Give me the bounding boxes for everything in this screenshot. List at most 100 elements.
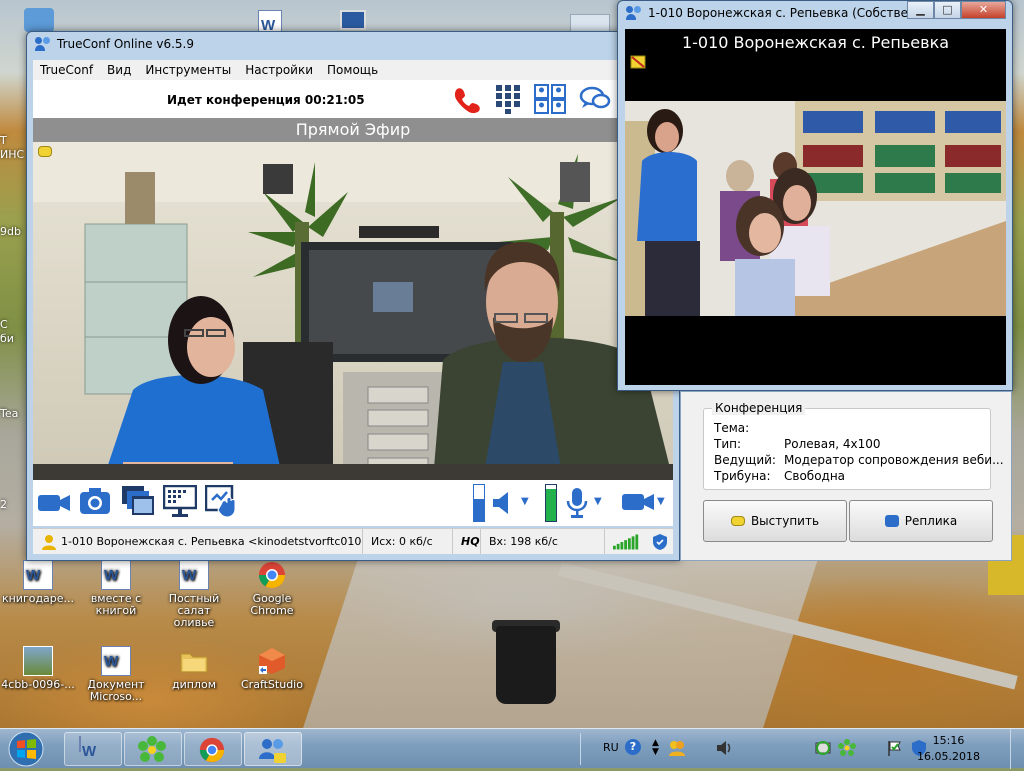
desktop-icon-word[interactable]: Документ Microso... <box>78 646 154 703</box>
taskbar-separator <box>580 733 581 765</box>
conference-status: Идет конференция 00:21:05 <box>167 93 365 107</box>
reply-button[interactable]: Реплика <box>849 500 993 542</box>
conference-row-podium: Трибуна: Свободна <box>714 469 845 483</box>
conference-group-title: Конференция <box>712 401 806 415</box>
desktop-icon-partial-2[interactable] <box>340 10 366 30</box>
clock[interactable]: 15:16 16.05.2018 <box>917 733 980 765</box>
remote-video-view[interactable]: 1-010 Воронежская с. Репьевка <box>625 29 1006 385</box>
signal-strength <box>605 529 649 554</box>
help-icon[interactable]: ? <box>625 739 641 755</box>
close-button[interactable]: ✕ <box>961 1 1006 19</box>
chat-button[interactable] <box>579 84 611 117</box>
desktop-icon-word[interactable]: книгодаре... <box>0 560 76 605</box>
chrome-icon <box>199 737 225 763</box>
desktop-icon-folder[interactable]: диплом <box>156 646 232 691</box>
action-center-flag-icon[interactable] <box>886 739 904 757</box>
photo-camera-icon <box>80 488 110 514</box>
desktop-icon-label: Google Chrome <box>250 592 294 617</box>
language-indicator[interactable]: RU <box>603 741 619 754</box>
dialpad-button[interactable] <box>495 84 521 117</box>
quality-badge: HQ <box>453 529 481 554</box>
participant-status: 1-010 Воронежская с. Репьевка <kinodetst… <box>33 529 363 554</box>
menu-item-help[interactable]: Помощь <box>320 63 385 77</box>
microphone-button[interactable] <box>565 487 589 522</box>
trueconf-icon <box>259 739 286 763</box>
speak-button[interactable]: Выступить <box>703 500 847 542</box>
chevron-down-icon[interactable]: ▼ <box>657 496 665 507</box>
raise-hand-indicator-icon <box>38 146 52 157</box>
camera-select-button[interactable] <box>621 490 655 517</box>
row-key: Тип: <box>714 437 742 451</box>
volume-icon[interactable] <box>716 740 734 756</box>
word-document-icon <box>101 560 131 590</box>
left-fragment-label: 2 <box>0 498 7 511</box>
video-camera-icon <box>38 495 70 511</box>
speaker-button[interactable] <box>491 490 517 519</box>
word-icon <box>79 736 81 752</box>
row-key: Трибуна: <box>714 469 771 483</box>
volume-level-meter <box>473 484 485 522</box>
word-document-icon <box>101 646 131 676</box>
remote-participant-window: 1-010 Воронежская с. Репьевка (Собственн… <box>617 0 1013 391</box>
tray-expand-icon[interactable]: ▲ ▼ <box>652 739 659 757</box>
desktop-icon-partial-word[interactable] <box>258 10 282 34</box>
menu-item-trueconf[interactable]: TrueConf <box>33 63 100 77</box>
start-button[interactable] <box>6 730 46 771</box>
camera-toggle-button[interactable] <box>37 489 71 518</box>
tray-messenger-icon[interactable] <box>668 739 686 757</box>
hangup-button[interactable] <box>451 83 483 118</box>
title-bar[interactable]: TrueConf Online v6.5.9 <box>27 32 679 56</box>
desktop-icon-image[interactable]: 4cbb-0096-... <box>0 646 76 691</box>
share-windows-icon <box>122 486 154 515</box>
dialpad-icon <box>496 85 520 114</box>
chat-bubbles-icon <box>579 86 611 109</box>
icq-tray-icon[interactable] <box>838 739 856 757</box>
trueconf-main-window: TrueConf Online v6.5.9 TrueConf Вид Инст… <box>26 31 680 561</box>
video-camera-icon <box>622 494 654 510</box>
monitor-icon <box>162 484 198 517</box>
status-bar: 1-010 Воронежская с. Репьевка <kinodetst… <box>33 528 673 554</box>
share-window-button[interactable] <box>121 485 155 520</box>
taskbar-word[interactable] <box>64 732 122 766</box>
menu-item-tools[interactable]: Инструменты <box>138 63 238 77</box>
incoming-rate: Вх: 198 кб/с <box>481 529 605 554</box>
chevron-down-icon[interactable]: ▼ <box>521 496 529 507</box>
clock-date: 16.05.2018 <box>917 750 980 763</box>
desktop-icon-partial-1[interactable] <box>24 8 54 32</box>
desktop-icon-chrome[interactable]: Google Chrome <box>234 560 310 617</box>
participants-grid-icon <box>534 84 566 114</box>
maximize-button[interactable]: □ <box>934 1 961 19</box>
taskbar-icq[interactable] <box>124 732 182 766</box>
taskbar-chrome[interactable] <box>184 732 242 766</box>
desktop-icon-app[interactable]: CraftStudio <box>234 646 310 691</box>
snapshot-button[interactable] <box>79 486 111 519</box>
conference-toolbar: Идет конференция 00:21:05 <box>33 80 673 118</box>
desktop-icon-label: CraftStudio <box>241 678 303 691</box>
screen-share-button[interactable] <box>162 484 198 522</box>
minimize-button[interactable]: ▁ <box>907 1 934 19</box>
desktop-icon-word[interactable]: Постный салат оливье <box>156 560 232 629</box>
desktop-icon-word[interactable]: вместе с книгой <box>78 560 154 617</box>
muted-indicator-icon <box>630 55 646 72</box>
network-icon[interactable] <box>814 739 832 757</box>
hangup-phone-icon <box>454 88 480 114</box>
menu-item-view[interactable]: Вид <box>100 63 138 77</box>
menu-item-settings[interactable]: Настройки <box>238 63 320 77</box>
shield-icon <box>653 533 667 550</box>
video-frame-image <box>33 142 673 480</box>
presentation-pointer-icon <box>204 484 236 518</box>
chevron-down-icon[interactable]: ▼ <box>594 496 602 507</box>
left-fragment-label: Tea <box>0 407 19 420</box>
icq-flower-icon <box>138 736 166 762</box>
desktop-icon-label: вместе с книгой <box>90 592 142 617</box>
local-video-view[interactable] <box>33 142 673 480</box>
desktop-icon-label: Документ Microso... <box>87 678 145 703</box>
folder-icon <box>179 646 209 676</box>
slideshow-button[interactable] <box>204 484 239 522</box>
show-desktop-button[interactable] <box>1010 729 1024 769</box>
left-fragment-label: С <box>0 318 8 331</box>
participants-layout-button[interactable] <box>533 83 567 118</box>
desktop-icon-label: Постный салат оливье <box>168 592 220 629</box>
taskbar-trueconf[interactable] <box>244 732 302 766</box>
word-document-icon <box>179 560 209 590</box>
